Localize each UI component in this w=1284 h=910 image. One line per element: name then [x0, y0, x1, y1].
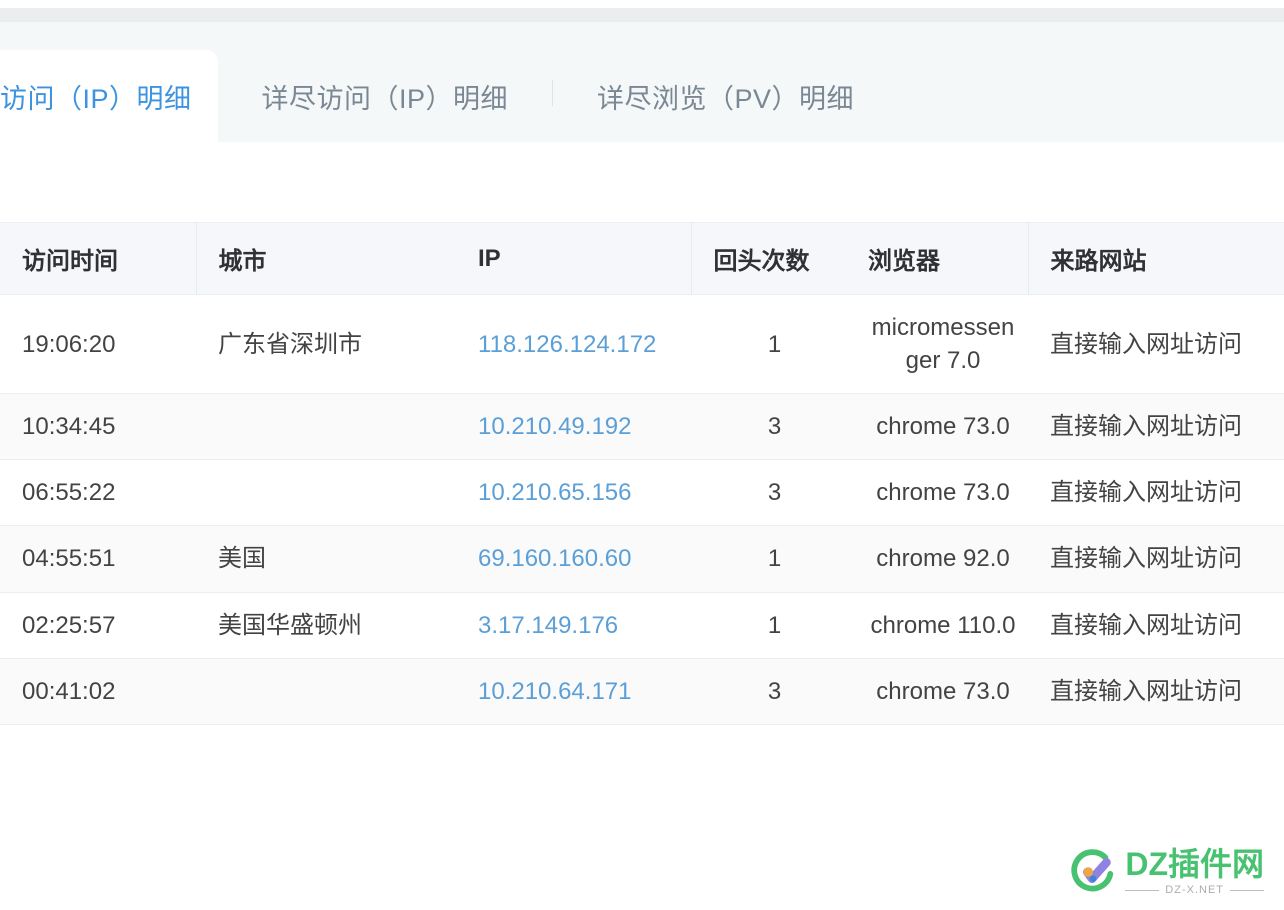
cell-referer: 直接输入网址访问 [1028, 658, 1284, 725]
tab-visit-ip-detail[interactable]: 访问（IP）明细 [0, 50, 218, 142]
column-header-browser[interactable]: 浏览器 [846, 222, 1028, 295]
ip-link[interactable]: 118.126.124.172 [478, 331, 656, 358]
cell-returns: 3 [691, 459, 846, 527]
cell-referer: 直接输入网址访问 [1028, 393, 1284, 461]
watermark-title: DZ插件网 [1125, 846, 1264, 883]
column-header-time[interactable]: 访问时间 [0, 222, 196, 295]
tab-bar: 访问（IP）明细 详尽访问（IP）明细 详尽浏览（PV）明细 [0, 22, 1284, 142]
watermark-rule-right [1230, 889, 1264, 891]
column-header-referer[interactable]: 来路网站 [1027, 222, 1284, 295]
cell-returns: 1 [691, 592, 846, 659]
cell-returns: 3 [691, 393, 846, 461]
cell-ip[interactable]: 10.210.49.192 [456, 393, 691, 461]
cell-city [196, 393, 456, 461]
cell-referer: 直接输入网址访问 [1028, 592, 1284, 659]
cell-city [196, 658, 456, 725]
cell-ip[interactable]: 69.160.160.60 [456, 525, 691, 593]
ip-link[interactable]: 10.210.64.171 [478, 678, 631, 705]
cell-city [196, 459, 456, 527]
cell-city: 美国华盛顿州 [196, 592, 456, 659]
table-body: 19:06:20 广东省深圳市 118.126.124.172 1 microm… [0, 294, 1284, 725]
top-gray-band [0, 8, 1284, 22]
watermark-subtitle: DZ-X.NET [1165, 884, 1225, 896]
page-root: 访问（IP）明细 详尽访问（IP）明细 详尽浏览（PV）明细 访问时间 城市 I… [0, 0, 1284, 910]
column-header-ip[interactable]: IP [456, 222, 691, 295]
cell-returns: 1 [691, 525, 846, 593]
tab-label: 访问（IP）明细 [0, 83, 192, 114]
top-white-strip [0, 0, 1284, 8]
cell-ip[interactable]: 3.17.149.176 [456, 592, 691, 659]
watermark-text-block: DZ插件网 DZ-X.NET [1125, 848, 1264, 896]
cell-browser: chrome 73.0 [846, 393, 1028, 461]
cell-time: 19:06:20 [0, 294, 196, 395]
cell-time: 10:34:45 [0, 393, 196, 461]
watermark-rule-left [1125, 889, 1160, 891]
cell-browser: chrome 92.0 [846, 525, 1028, 593]
tab-detailed-visit-ip-detail[interactable]: 详尽访问（IP）明细 [218, 50, 553, 142]
ip-link[interactable]: 10.210.65.156 [478, 479, 631, 506]
ip-link[interactable]: 3.17.149.176 [478, 612, 618, 639]
cell-ip[interactable]: 10.210.64.171 [456, 658, 691, 725]
cell-referer: 直接输入网址访问 [1028, 525, 1284, 593]
cell-returns: 3 [691, 658, 846, 725]
table-row[interactable]: 10:34:45 10.210.49.192 3 chrome 73.0 直接输… [0, 393, 1284, 461]
table-row[interactable]: 04:55:51 美国 69.160.160.60 1 chrome 92.0 … [0, 525, 1284, 593]
cell-time: 06:55:22 [0, 459, 196, 527]
tab-label: 详尽访问（IP）明细 [261, 83, 509, 114]
site-watermark: DZ插件网 DZ-X.NET [1071, 848, 1264, 896]
ip-link[interactable]: 10.210.49.192 [478, 413, 631, 440]
tab-label: 详尽浏览（PV）明细 [597, 83, 855, 114]
table-row[interactable]: 00:41:02 10.210.64.171 3 chrome 73.0 直接输… [0, 658, 1284, 725]
cell-time: 04:55:51 [0, 525, 196, 593]
cell-ip[interactable]: 118.126.124.172 [456, 294, 691, 395]
cell-city: 广东省深圳市 [196, 294, 456, 395]
cell-referer: 直接输入网址访问 [1028, 459, 1284, 527]
visit-detail-table: 访问时间 城市 IP 回头次数 浏览器 来路网站 19:06:20 广东省深圳市… [0, 222, 1284, 725]
cell-browser: micromessenger 7.0 [846, 294, 1028, 395]
cell-time: 00:41:02 [0, 658, 196, 725]
cell-ip[interactable]: 10.210.65.156 [456, 459, 691, 527]
table-row[interactable]: 02:25:57 美国华盛顿州 3.17.149.176 1 chrome 11… [0, 592, 1284, 659]
tab-detailed-pageview-pv-detail[interactable]: 详尽浏览（PV）明细 [553, 50, 898, 142]
cell-returns: 1 [691, 294, 846, 395]
cell-time: 02:25:57 [0, 592, 196, 659]
ip-link[interactable]: 69.160.160.60 [478, 545, 631, 572]
dz-circle-check-logo-icon [1071, 849, 1117, 895]
column-header-city[interactable]: 城市 [195, 222, 456, 295]
visit-detail-table-wrapper: 访问时间 城市 IP 回头次数 浏览器 来路网站 19:06:20 广东省深圳市… [0, 222, 1284, 725]
cell-city: 美国 [196, 525, 456, 593]
watermark-subtitle-row: DZ-X.NET [1125, 884, 1264, 896]
cell-browser: chrome 73.0 [846, 658, 1028, 725]
column-header-returns[interactable]: 回头次数 [690, 222, 846, 295]
cell-referer: 直接输入网址访问 [1028, 294, 1284, 395]
table-row[interactable]: 06:55:22 10.210.65.156 3 chrome 73.0 直接输… [0, 459, 1284, 527]
table-header: 访问时间 城市 IP 回头次数 浏览器 来路网站 [0, 222, 1284, 295]
tab-content-spacer [0, 142, 1284, 222]
cell-browser: chrome 73.0 [846, 459, 1028, 527]
table-header-row: 访问时间 城市 IP 回头次数 浏览器 来路网站 [0, 222, 1284, 295]
cell-browser: chrome 110.0 [846, 592, 1028, 659]
table-row[interactable]: 19:06:20 广东省深圳市 118.126.124.172 1 microm… [0, 294, 1284, 395]
